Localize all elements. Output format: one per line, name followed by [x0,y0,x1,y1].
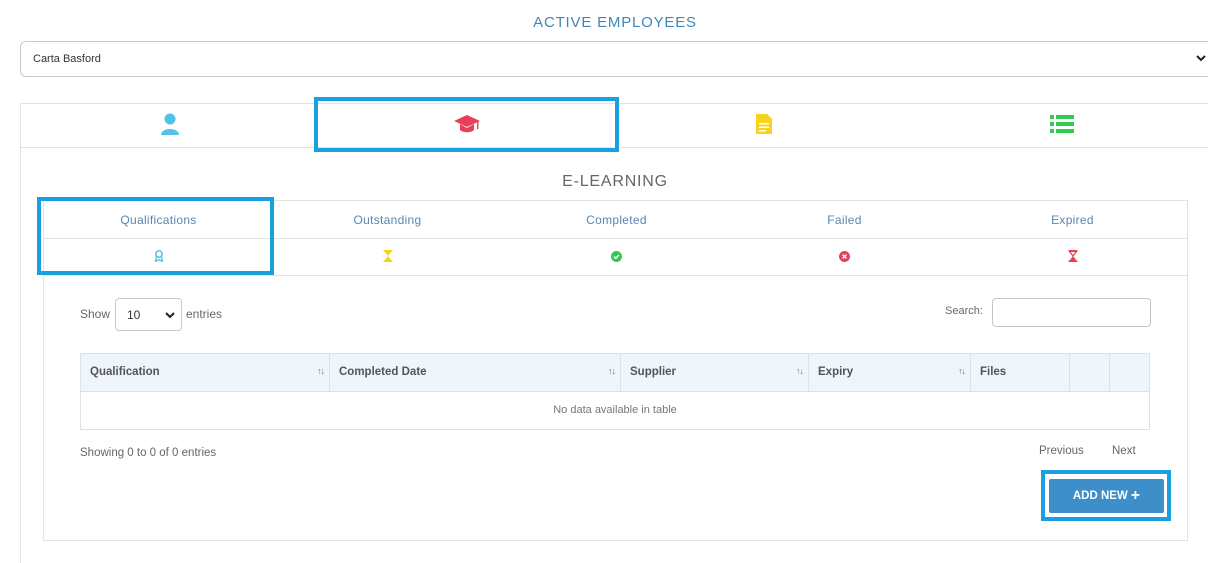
sort-icon: ↑↓ [796,366,804,376]
user-icon [160,113,180,140]
chevron-down-icon [164,308,176,327]
column-label: Supplier [630,366,677,378]
employee-select-value: Carta Basford [33,53,101,65]
tab-documents[interactable] [615,104,913,148]
length-entries-label: entries [186,307,223,321]
section-title: E-LEARNING [562,173,668,190]
plus-icon: + [1130,487,1141,504]
highlight-elearning-tab [314,97,619,152]
column-supplier[interactable]: Supplier ↑↓ [621,354,809,391]
column-expiry[interactable]: Expiry ↑↓ [809,354,971,391]
tab-list[interactable] [913,104,1208,148]
highlight-qualifications-tab [37,197,274,275]
previous-button[interactable]: Previous [1039,445,1084,457]
document-icon [755,113,773,140]
chevron-down-icon [1195,51,1207,70]
tab-completed-icon[interactable] [502,239,731,276]
column-action-1 [1070,354,1110,391]
tab-expired-icon[interactable] [958,239,1187,276]
next-button[interactable]: Next [1112,445,1136,457]
column-label: Qualification [90,366,160,378]
tab-personal[interactable] [21,104,319,148]
search-input[interactable] [992,298,1151,327]
length-show-label: Show [80,307,111,321]
tab-outstanding-icon[interactable] [273,239,502,276]
add-new-label: ADD NEW [1072,490,1128,502]
column-label: Completed Date [339,366,427,378]
hourglass-end-icon [1067,249,1078,267]
column-qualification[interactable]: Qualification ↑↓ [81,354,330,391]
tab-outstanding[interactable]: Outstanding [273,201,502,239]
page-length-value: 10 [127,308,141,322]
sort-icon: ↑↓ [608,366,616,376]
tab-completed[interactable]: Completed [502,201,731,239]
list-icon [1050,114,1074,139]
empty-table-message: No data available in table [553,404,677,416]
column-label: Expiry [818,366,854,378]
sort-icon: ↑↓ [958,366,966,376]
add-new-button[interactable]: ADD NEW + [1049,479,1164,513]
times-circle-icon [839,249,850,267]
sort-icon: ↑↓ [317,366,325,376]
table-info: Showing 0 to 0 of 0 entries [80,447,217,459]
table-header: Qualification ↑↓ Completed Date ↑↓ Suppl… [81,354,1149,392]
column-files[interactable]: Files [971,354,1070,391]
qualifications-table: Qualification ↑↓ Completed Date ↑↓ Suppl… [80,353,1150,430]
column-action-2 [1110,354,1149,391]
search-label: Search: [945,305,983,317]
check-circle-icon [611,249,622,267]
page-title: ACTIVE EMPLOYEES [533,14,697,31]
page-length-select[interactable]: 10 [115,298,182,331]
column-label: Files [980,366,1007,378]
tab-failed[interactable]: Failed [730,201,959,239]
employee-select[interactable]: Carta Basford [20,41,1208,77]
tab-failed-icon[interactable] [730,239,959,276]
column-completed-date[interactable]: Completed Date ↑↓ [330,354,621,391]
hourglass-icon [383,249,393,267]
tab-expired[interactable]: Expired [958,201,1187,239]
